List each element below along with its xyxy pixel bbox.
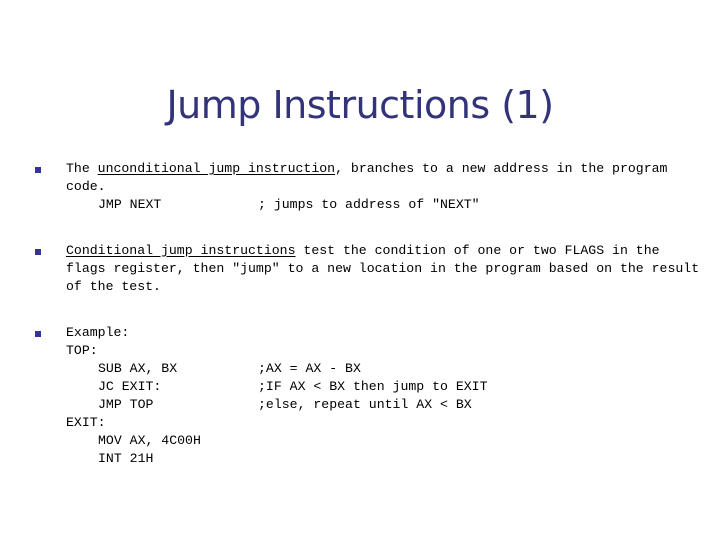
bullet-term-underlined: unconditional jump instruction — [97, 161, 336, 176]
code-row: JC EXIT: ;IF AX < BX then jump to EXIT — [66, 378, 700, 396]
code-row: TOP: — [66, 342, 700, 360]
slide-body: The unconditional jump instruction, bran… — [0, 160, 720, 486]
code-comment: ;IF AX < BX then jump to EXIT — [258, 379, 488, 394]
code-row: INT 21H — [66, 450, 700, 468]
code-comment: ; jumps to address of "NEXT" — [258, 197, 480, 212]
code-mnemonic: JMP TOP — [98, 397, 154, 412]
bullet-text-lead: The — [66, 161, 98, 176]
bullet-item-conditional-jump: Conditional jump instructions test the c… — [0, 242, 720, 296]
slide-canvas: Jump Instructions (1) The unconditional … — [0, 0, 720, 540]
code-mnemonic: JC EXIT: — [98, 379, 162, 394]
square-bullet-icon — [35, 331, 41, 337]
code-listing: TOP: SUB AX, BX ;AX = AX - BX JC EXIT: ;… — [66, 342, 700, 468]
bullet-item-example: Example: TOP: SUB AX, BX ;AX = AX - BX J… — [0, 324, 720, 468]
code-mnemonic: SUB AX, BX — [98, 361, 178, 376]
code-row: EXIT: — [66, 414, 700, 432]
bullet-paragraph: The unconditional jump instruction, bran… — [66, 160, 700, 196]
code-mnemonic: INT 21H — [98, 451, 154, 466]
code-row: JMP TOP ;else, repeat until AX < BX — [66, 396, 700, 414]
code-comment: ;else, repeat until AX < BX — [258, 397, 472, 412]
code-row: SUB AX, BX ;AX = AX - BX — [66, 360, 700, 378]
code-row: MOV AX, 4C00H — [66, 432, 700, 450]
bullet-item-unconditional-jump: The unconditional jump instruction, bran… — [0, 160, 720, 214]
code-row: JMP NEXT ; jumps to address of "NEXT" — [66, 196, 700, 214]
code-mnemonic: JMP NEXT — [98, 197, 162, 212]
square-bullet-icon — [35, 167, 41, 173]
page-title: Jump Instructions (1) — [166, 83, 554, 127]
bullet-paragraph: Conditional jump instructions test the c… — [66, 242, 700, 296]
code-comment: ;AX = AX - BX — [258, 361, 361, 376]
code-mnemonic: TOP: — [66, 343, 98, 358]
example-label: Example: — [66, 325, 130, 340]
code-mnemonic: EXIT: — [66, 415, 106, 430]
bullet-term-underlined: Conditional jump instructions — [66, 243, 296, 258]
code-mnemonic: MOV AX, 4C00H — [98, 433, 201, 448]
title-block: Jump Instructions (1) — [0, 83, 720, 128]
square-bullet-icon — [35, 249, 41, 255]
